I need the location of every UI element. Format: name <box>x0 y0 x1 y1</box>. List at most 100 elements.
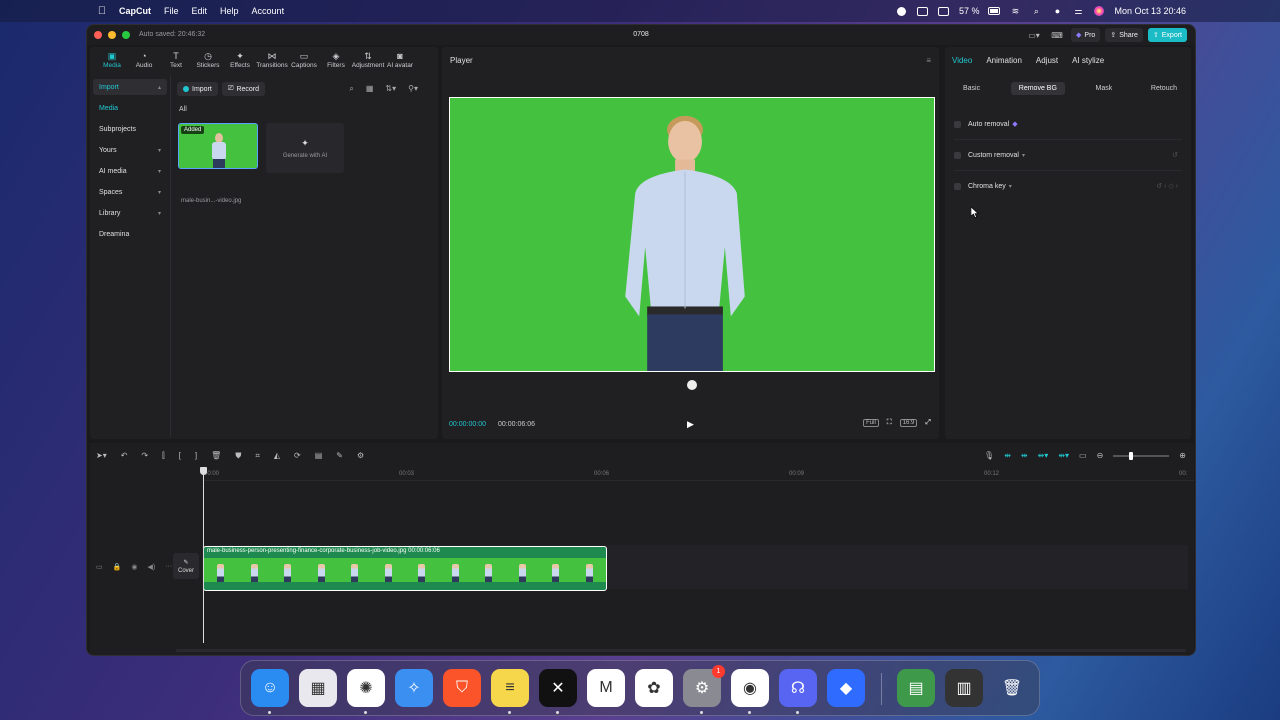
mirror-icon[interactable]: ◭ <box>274 451 280 461</box>
select-tool-icon[interactable]: ➤▾ <box>96 451 107 461</box>
tab-video[interactable]: Video <box>952 56 972 65</box>
tool-tab-adjustment[interactable]: ⇅ Adjustment <box>352 51 385 73</box>
dock-chatgpt-icon[interactable]: ✺ <box>347 669 385 707</box>
auto-removal-row[interactable]: Auto removal ◆ <box>954 117 1182 131</box>
ai-tool-icon[interactable]: ⚙ <box>357 451 364 461</box>
menu-app-name[interactable]: CapCut <box>119 6 151 16</box>
keyframe-controls-icon[interactable]: ↺ ‹ ◇ › <box>1156 182 1178 190</box>
cover-button[interactable]: ✎ Cover <box>173 553 199 579</box>
apple-menu-icon[interactable]:  <box>97 5 107 17</box>
timeline-ruler[interactable]: 00:00 00:03 00:06 00:09 00:12 00: <box>204 471 1194 481</box>
control-center-icon[interactable]: ⚌ <box>1072 6 1084 16</box>
reset-icon[interactable]: ↺ <box>1172 151 1178 159</box>
sidebar-item-import[interactable]: Import ▴ <box>93 79 167 95</box>
menu-account[interactable]: Account <box>252 6 285 16</box>
rotate-handle[interactable] <box>687 380 697 390</box>
aspect-ratio-button[interactable]: 16:9 <box>899 419 918 427</box>
sidebar-item-yours[interactable]: Yours ▾ <box>93 142 167 158</box>
custom-removal-row[interactable]: Custom removal ▾ ↺ <box>954 148 1182 162</box>
tool-tab-captions[interactable]: ▭ Captions <box>288 51 320 73</box>
import-button[interactable]: Import <box>177 82 218 96</box>
player-menu-icon[interactable]: ≡ <box>926 56 931 65</box>
chroma-key-checkbox[interactable] <box>954 182 961 190</box>
play-icon[interactable]: ▶ <box>687 419 697 429</box>
user-icon[interactable]: ● <box>1051 6 1063 16</box>
record-status-icon[interactable] <box>896 6 908 16</box>
menu-help[interactable]: Help <box>220 6 239 16</box>
pro-button[interactable]: ◆ Pro <box>1071 28 1101 42</box>
subtab-basic[interactable]: Basic <box>955 82 988 95</box>
dock-recent-window-icon[interactable]: ▥ <box>945 669 983 707</box>
dock-launchpad-icon[interactable]: ▦ <box>299 669 337 707</box>
dock-trash-icon[interactable]: 🗑 <box>993 669 1031 707</box>
battery-icon[interactable] <box>988 6 1001 16</box>
export-button[interactable]: ⇧ Export <box>1147 28 1187 42</box>
dock-gmail-icon[interactable]: M <box>587 669 625 707</box>
zoom-out-icon[interactable]: ⊖ <box>1097 451 1104 460</box>
crop-icon[interactable]: ⌗ <box>255 451 260 461</box>
dock-safari-icon[interactable]: ✧ <box>395 669 433 707</box>
sidebar-item-dreamina[interactable]: Dreamina <box>93 226 167 242</box>
menu-edit[interactable]: Edit <box>192 6 208 16</box>
screen-mirror-icon[interactable] <box>938 6 950 16</box>
video-preview[interactable] <box>449 97 935 372</box>
redo-icon[interactable]: ↷ <box>141 451 148 461</box>
fullscreen-icon[interactable]: ⤢ <box>925 419 931 427</box>
dock-chrome-icon[interactable]: ◉ <box>731 669 769 707</box>
subtab-remove-bg[interactable]: Remove BG <box>1010 82 1065 95</box>
video-clip[interactable]: male-business-person-presenting-finance-… <box>203 546 607 591</box>
dock-finder-icon[interactable]: ☺ <box>251 669 289 707</box>
layout-icon[interactable]: ▭▾ <box>1025 29 1043 41</box>
sidebar-item-subprojects[interactable]: Subprojects <box>93 121 167 137</box>
split-icon[interactable]: ⫿ <box>162 451 165 461</box>
dock-system-settings-icon[interactable]: ⚙ 1 <box>683 665 725 707</box>
magnet-icon[interactable]: ⇹ <box>1021 451 1028 460</box>
playhead[interactable] <box>200 467 207 643</box>
dock-discord-icon[interactable]: ☊ <box>779 669 817 707</box>
share-button[interactable]: ⇪ Share <box>1105 28 1143 42</box>
trim-right-icon[interactable]: ] <box>195 451 197 461</box>
tool-tab-media[interactable]: ▣ Media <box>96 51 128 73</box>
grid-view-icon[interactable]: ▦ <box>366 84 374 94</box>
generate-with-ai-card[interactable]: ✦ Generate with AI <box>266 123 344 173</box>
chroma-key-row[interactable]: Chroma key ▾ ↺ ‹ ◇ › <box>954 179 1182 193</box>
eye-icon[interactable]: ◉ <box>131 563 137 571</box>
trim-left-icon[interactable]: [ <box>179 451 181 461</box>
sort-icon[interactable]: ⇅▾ <box>385 84 396 94</box>
full-quality-button[interactable]: Full <box>863 419 879 427</box>
delete-icon[interactable]: 🗑 <box>211 451 221 461</box>
subtab-mask[interactable]: Mask <box>1088 82 1121 95</box>
sidebar-item-media[interactable]: Media <box>93 100 167 116</box>
caption-icon[interactable]: ▭ <box>1079 451 1087 460</box>
undo-icon[interactable]: ↶ <box>121 451 128 461</box>
shortcuts-icon[interactable]: ⌨ <box>1048 29 1066 41</box>
search-icon[interactable]: ⌕ <box>1030 6 1042 16</box>
dock-app-store-like-icon[interactable]: ◆ <box>827 669 865 707</box>
dock-capcut-icon[interactable]: ✕ <box>539 669 577 707</box>
sidebar-item-spaces[interactable]: Spaces ▾ <box>93 184 167 200</box>
linkage-icon[interactable]: ⇹▾ <box>1038 451 1049 460</box>
menubar-clock[interactable]: Mon Oct 13 20:46 <box>1114 6 1186 16</box>
tool-tab-text[interactable]: T Text <box>160 51 192 73</box>
preview-axis-icon[interactable]: ⇹▾ <box>1058 451 1069 460</box>
tab-ai-stylize[interactable]: AI stylize <box>1072 56 1104 65</box>
siri-icon[interactable] <box>1093 6 1105 16</box>
freeze-icon[interactable]: ▤ <box>315 451 323 461</box>
magic-tool-icon[interactable]: ✎ <box>336 451 343 461</box>
tool-tab-audio[interactable]: ◔ Audio <box>128 51 160 73</box>
auto-removal-checkbox[interactable] <box>954 120 961 128</box>
audio-icon[interactable]: ◀) <box>147 563 155 571</box>
shield-icon[interactable]: ⛊ <box>235 451 241 461</box>
menu-file[interactable]: File <box>164 6 179 16</box>
zoom-in-icon[interactable]: ⊕ <box>1179 451 1186 460</box>
tab-adjust[interactable]: Adjust <box>1036 56 1058 65</box>
timeline-scrollbar[interactable] <box>176 649 1186 652</box>
dock-downloads-folder-icon[interactable]: ▤ <box>897 669 935 707</box>
more-icon[interactable]: ··· <box>165 563 172 571</box>
filter-icon[interactable]: ⚲▾ <box>408 84 418 94</box>
custom-removal-checkbox[interactable] <box>954 151 961 159</box>
subtab-retouch[interactable]: Retouch <box>1143 82 1185 95</box>
media-thumbnail[interactable]: Added <box>178 123 258 169</box>
filter-all[interactable]: All <box>179 106 187 113</box>
microphone-icon[interactable]: 🎙 <box>984 451 994 460</box>
